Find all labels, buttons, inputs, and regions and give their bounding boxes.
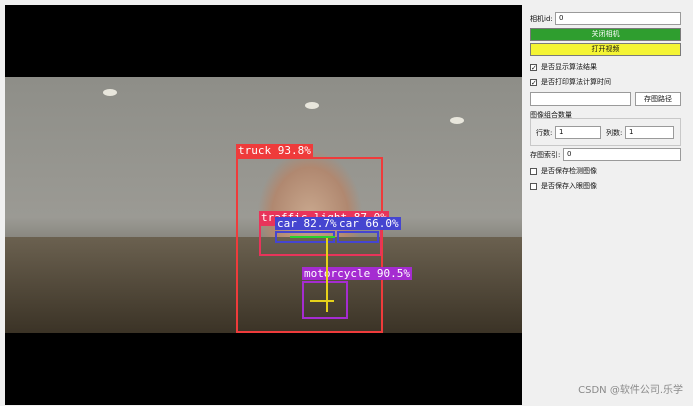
save-index-input[interactable]: 0 [563,148,681,161]
print-time-label: 是否打印算法计算时间 [541,78,611,86]
ceiling-light [450,117,464,124]
detection-label-car: car 82.7% [275,217,339,230]
detection-label-motorcycle: motorcycle 90.5% [302,267,412,280]
cols-label: 列数: [606,128,623,137]
detection-box-car [337,231,379,243]
detection-label-truck: truck 93.8% [236,144,313,157]
show-result-label: 是否显示算法结果 [541,63,597,71]
print-time-option[interactable]: ✓ 是否打印算法计算时间 [530,77,611,87]
save-detect-checkbox[interactable] [530,167,537,175]
save-path-button[interactable]: 存图路径 [635,92,681,106]
save-index-label: 存图索引: [530,150,561,159]
ceiling-light [103,89,117,96]
camera-id-input[interactable]: 0 [555,12,681,25]
ceiling-light [305,102,319,109]
video-display: truck 93.8% traffic light 87.0% car 82.7… [5,5,522,405]
camera-id-label: 相机id: [530,14,553,23]
show-result-option[interactable]: ✓ 是否显示算法结果 [530,62,597,72]
cols-input[interactable]: 1 [625,126,674,139]
save-detect-label: 是否保存检测图像 [541,167,597,175]
save-input-label: 是否保存入眼图像 [541,182,597,190]
show-result-checkbox[interactable]: ✓ [530,63,537,71]
rows-label: 行数: [536,128,553,137]
watermark: CSDN @软件公司.乐学 [578,385,683,396]
center-line-horizontal [290,236,335,238]
image-group-box: 行数: 1 列数: 1 [530,118,681,146]
open-video-button[interactable]: 打开视频 [530,43,681,56]
rows-input[interactable]: 1 [555,126,601,139]
center-line-horizontal [310,300,334,302]
print-time-checkbox[interactable]: ✓ [530,78,537,86]
control-panel: 相机id: 0 关闭相机 打开视频 ✓ 是否显示算法结果 ✓ 是否打印算法计算时… [527,5,688,401]
save-input-checkbox[interactable] [530,182,537,190]
save-input-option[interactable]: 是否保存入眼图像 [530,181,597,191]
save-path-input[interactable] [530,92,631,106]
save-detect-option[interactable]: 是否保存检测图像 [530,166,597,176]
detection-label-car: car 66.0% [337,217,401,230]
close-camera-button[interactable]: 关闭相机 [530,28,681,41]
